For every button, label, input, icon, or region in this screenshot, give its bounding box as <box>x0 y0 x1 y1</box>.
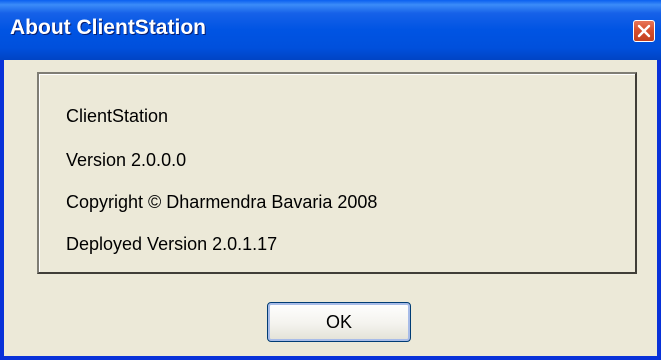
deployed-version-label: Deployed Version 2.0.1.17 <box>66 234 278 254</box>
copyright-label: Copyright © Dharmendra Bavaria 2008 <box>66 192 378 212</box>
close-button[interactable] <box>633 20 655 42</box>
close-icon <box>637 24 651 38</box>
info-group-box: ClientStation Version 2.0.0.0 Copyright … <box>37 72 637 274</box>
about-dialog: About ClientStation ClientStation Versio… <box>0 0 661 360</box>
product-name-label: ClientStation <box>66 106 169 126</box>
title-bar[interactable]: About ClientStation <box>0 0 661 60</box>
ok-button[interactable]: OK <box>267 302 411 342</box>
window-title: About ClientStation <box>10 16 206 39</box>
version-label: Version 2.0.0.0 <box>66 150 187 170</box>
